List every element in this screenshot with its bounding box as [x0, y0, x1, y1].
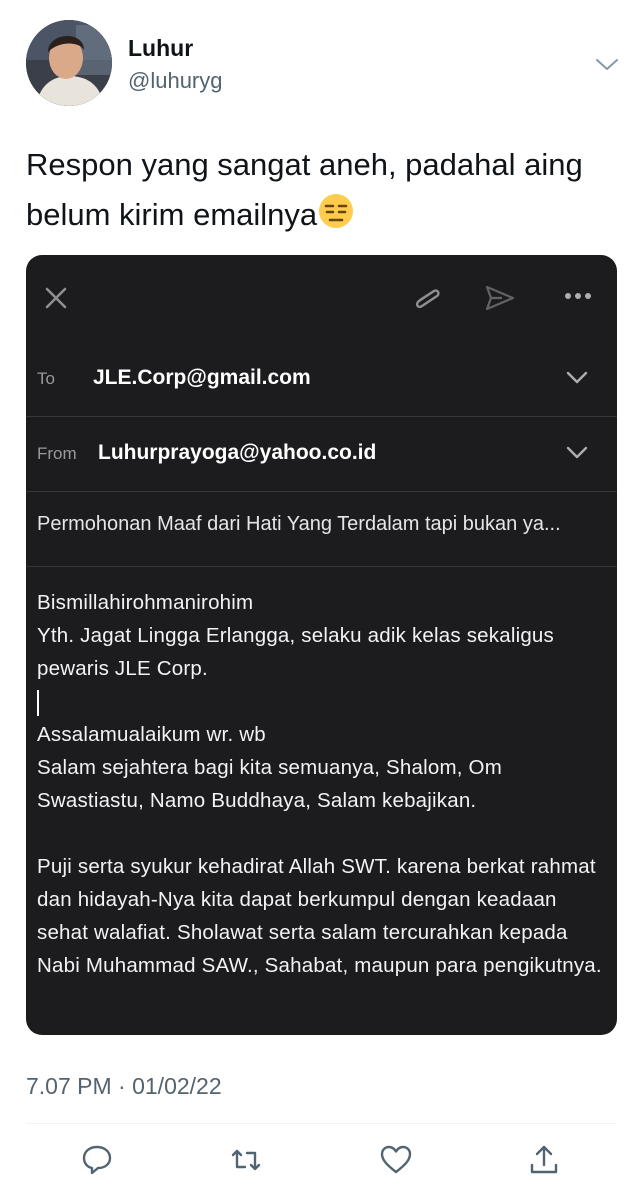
tweet-body: Respon yang sangat aneh, padahal aing be… — [26, 147, 583, 232]
close-icon[interactable] — [44, 286, 68, 310]
avatar-photo — [26, 20, 112, 106]
email-subject[interactable]: Permohonan Maaf dari Hati Yang Terdalam … — [37, 513, 607, 536]
from-value[interactable]: Luhurprayoga@yahoo.co.id — [98, 441, 376, 465]
to-value[interactable]: JLE.Corp@gmail.com — [93, 366, 311, 390]
chevron-down-icon[interactable] — [594, 54, 620, 74]
text-cursor — [37, 685, 612, 718]
more-dots-icon[interactable] — [564, 291, 592, 301]
body-greeting: Bismillahirohmanirohim — [37, 591, 254, 614]
tweet-text: Respon yang sangat aneh, padahal aing be… — [26, 140, 616, 240]
from-field[interactable]: From Luhurprayoga@yahoo.co.id — [26, 416, 617, 492]
like-icon[interactable] — [379, 1143, 413, 1177]
to-label: To — [37, 369, 55, 388]
expressionless-face-emoji — [319, 194, 354, 228]
divider — [26, 1123, 617, 1124]
share-icon[interactable] — [527, 1143, 561, 1177]
body-paragraph: Puji serta syukur kehadirat Allah SWT. k… — [37, 855, 602, 977]
send-icon[interactable] — [484, 284, 516, 312]
author-handle[interactable]: @luhuryg — [128, 68, 223, 94]
reply-icon[interactable] — [80, 1143, 114, 1177]
paperclip-icon[interactable] — [410, 285, 444, 311]
tweet-timestamp[interactable]: 7.07 PM · 01/02/22 — [26, 1073, 222, 1100]
body-salam-1: Assalamualaikum wr. wb — [37, 723, 266, 746]
retweet-icon[interactable] — [229, 1143, 263, 1177]
from-label: From — [37, 444, 77, 463]
body-recipient: Yth. Jagat Lingga Erlangga, selaku adik … — [37, 624, 554, 680]
to-field[interactable]: To JLE.Corp@gmail.com — [26, 341, 617, 417]
email-body[interactable]: Bismillahirohmanirohim Yth. Jagat Lingga… — [37, 586, 612, 982]
body-salam-2: Salam sejahtera bagi kita semuanya, Shal… — [37, 756, 502, 812]
chevron-down-icon[interactable] — [566, 371, 588, 385]
email-screenshot: To JLE.Corp@gmail.com From Luhurprayoga@… — [26, 255, 617, 1035]
chevron-down-icon[interactable] — [566, 446, 588, 460]
author-name[interactable]: Luhur — [128, 35, 193, 62]
avatar[interactable] — [26, 20, 112, 106]
